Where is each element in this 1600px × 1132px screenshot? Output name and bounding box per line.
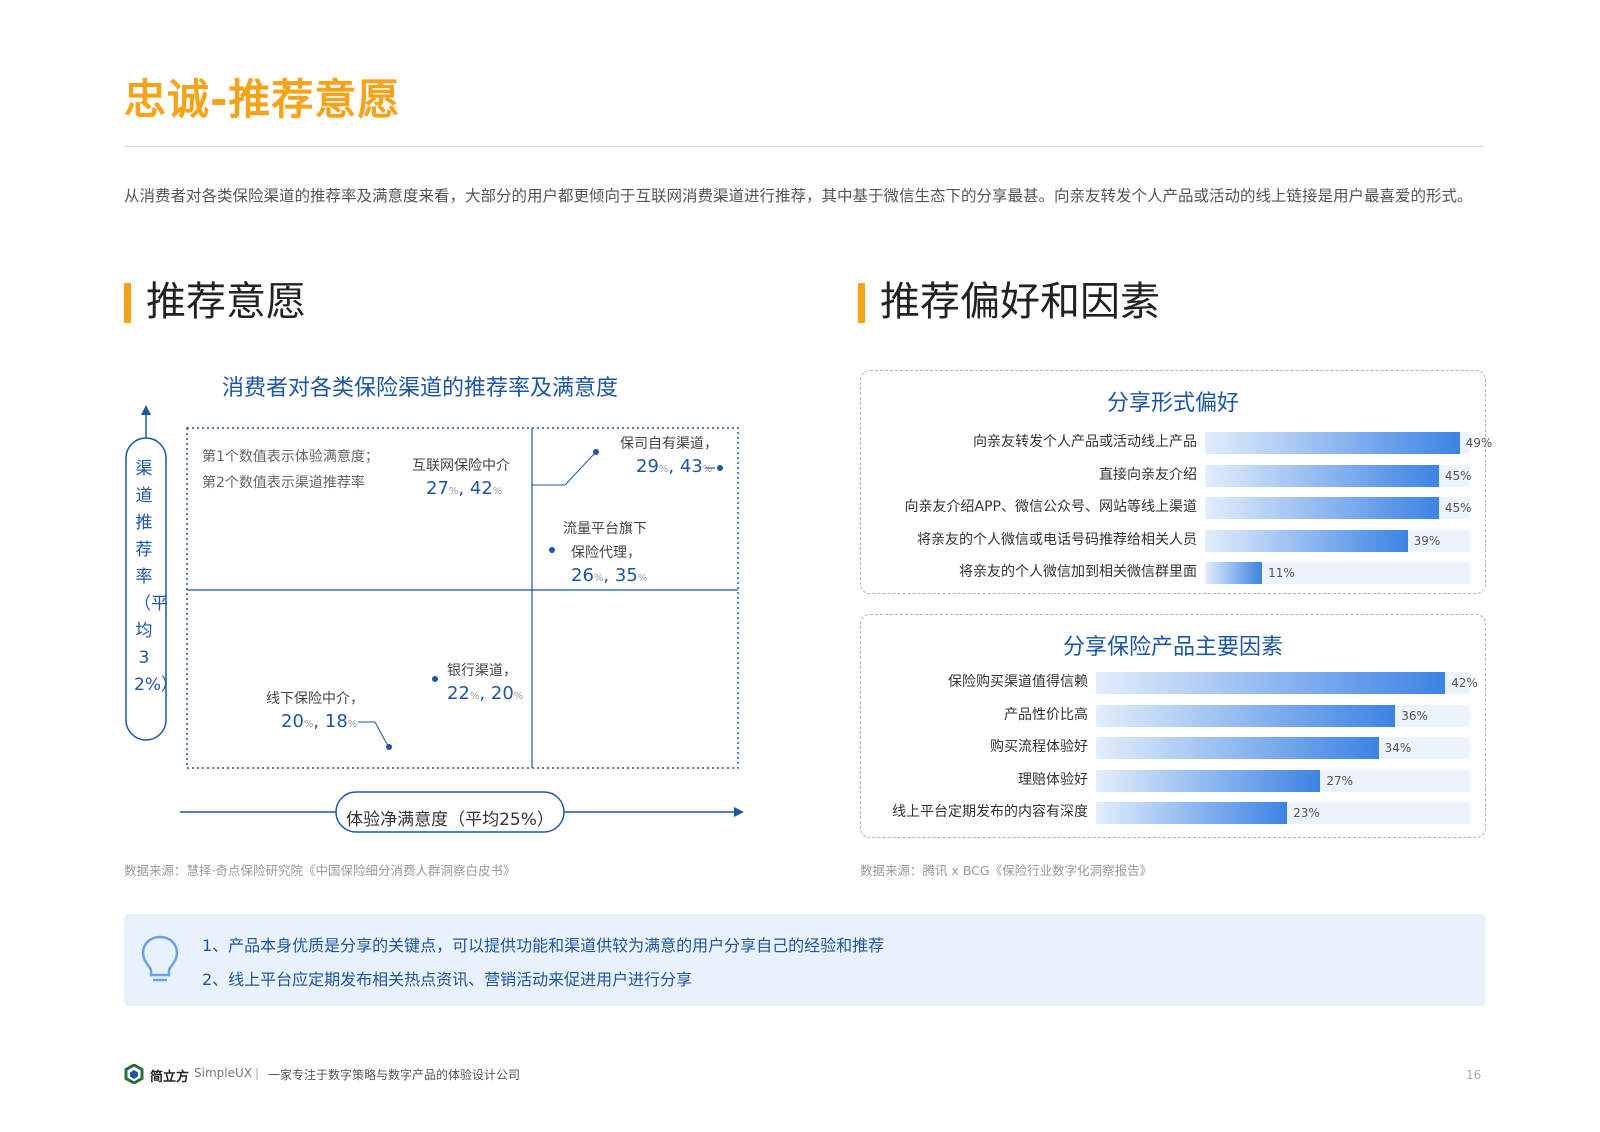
bar-label: 向亲友介绍APP、微信公众号、网站等线上渠道 [904,499,1197,515]
bar-row: 向亲友介绍APP、微信公众号、网站等线上渠道 45% [861,496,1485,519]
bar-value-label: 11% [1268,566,1295,580]
bar-row: 保险购买渠道值得信赖 42% [861,671,1485,694]
note-line-2: 第2个数值表示渠道推荐率 [202,475,365,491]
y-axis-label: 渠道推荐率（平均32%） [134,459,178,695]
right-data-source: 数据来源：腾讯 x BCG《保险行业数字化洞察报告》 [860,863,1153,878]
leader-line [532,452,596,486]
x-axis-arrow [734,807,744,817]
right-section-heading: 推荐偏好和因素 [880,279,1160,325]
bar-track: 36% [1096,704,1470,727]
footer-separator: | [255,1066,260,1080]
bar [1205,432,1460,454]
bar-value-label: 49% [1465,436,1493,450]
bar-track: 45% [1205,497,1472,519]
bar-track: 23% [1096,802,1470,824]
bar-label: 将亲友的个人微信或电话号码推荐给相关人员 [917,531,1197,548]
bar-label: 产品性价比高 [1004,706,1088,723]
left-section-heading: 推荐意愿 [146,279,306,325]
brand-logo-icon [124,1064,144,1084]
bar-track: 34% [1096,737,1470,759]
label-traffic-platform: 流量平台旗下 保险代理， 26%, 35% [563,521,648,586]
bar-value-label: 39% [1413,533,1441,548]
bar-label: 保险购买渠道值得信赖 [948,674,1088,690]
point-offline-agent [386,744,392,750]
brand-name-en: SimpleUX [194,1066,252,1080]
bar-row: 购买流程体验好 34% [861,736,1485,759]
bar-row: 产品性价比高 36% [861,704,1485,727]
insight-line-2: 2、线上平台应定期发布相关热点资讯、营销活动来促进用户进行分享 [202,970,693,989]
bar-value-label: 42% [1451,676,1478,690]
bar-row: 将亲友的个人微信或电话号码推荐给相关人员 39% [861,529,1485,552]
bar-track: 42% [1096,672,1478,694]
bar-row: 线上平台定期发布的内容有深度 23% [861,801,1485,824]
bar [1205,562,1263,584]
point-traffic-platform [549,547,555,553]
insight-box: 1、产品本身优质是分享的关键点，可以提供功能和渠道供较为满意的用户分享自己的经验… [124,914,1486,1006]
value-internet-agent: 27%, 42% [426,478,503,499]
intro-paragraph: 从消费者对各类保险渠道的推荐率及满意度来看，大部分的用户都更倾向于互联网消费渠道… [124,187,1473,205]
bar-track: 27% [1096,769,1470,792]
bar-value-label: 27% [1326,773,1354,788]
bar-row: 将亲友的个人微信加到相关微信群里面 11% [861,561,1485,584]
brand-name: 简立方 [150,1070,190,1085]
bar [1205,464,1439,487]
bar-label: 向亲友转发个人产品或活动线上产品 [973,434,1197,450]
bar [1096,802,1288,824]
bar [1096,672,1446,694]
label-internet-agent: 互联网保险中介 27%, 42% [412,458,510,499]
value-traffic-platform: 26%, 35% [571,565,648,586]
section-accent-bar [858,283,865,323]
share-factor-panel: 分享保险产品主要因素 保险购买渠道值得信赖 42% 产品性价比高 36% 购买流程体验好… [860,614,1486,838]
x-axis-label: 体验净满意度（平均25%） [346,810,554,830]
bar-label: 将亲友的个人微信加到相关微信群里面 [959,564,1197,580]
bar-value-label: 45% [1444,468,1472,483]
bar-value-label: 36% [1401,708,1428,723]
insight-line-1: 1、产品本身优质是分享的关键点，可以提供功能和渠道供较为满意的用户分享自己的经验… [202,936,885,955]
point-bank [432,676,438,682]
bar [1096,704,1396,727]
bar-row: 理赔体验好 27% [861,769,1485,792]
bar-track: 49% [1205,432,1492,454]
note-line-1: 第1个数值表示体验满意度； [202,449,379,465]
bar-label: 理赔体验好 [1018,771,1088,788]
quadrant-chart-title: 消费者对各类保险渠道的推荐率及满意度 [222,376,619,401]
bar-track: 39% [1205,529,1470,552]
bar-value-label: 45% [1444,501,1472,515]
lightbulb-icon [141,935,179,982]
bar-value-label: 23% [1293,806,1320,820]
bar-label: 购买流程体验好 [990,739,1088,755]
label-insurer-own: 保司自有渠道， 29%, 43% [620,436,718,477]
bar-label: 线上平台定期发布的内容有深度 [892,804,1088,820]
bar-value-label: 34% [1384,741,1412,755]
quadrant-note: 第1个数值表示体验满意度； 第2个数值表示渠道推荐率 [202,444,379,496]
bar-row: 直接向亲友介绍 45% [861,464,1485,487]
bar [1205,529,1408,552]
label-offline-agent: 线下保险中介， 20%, 18% [266,691,364,732]
bar [1096,769,1321,792]
page-number: 16 [1466,1068,1482,1082]
bar-label: 直接向亲友介绍 [1099,466,1197,483]
bar-track: 11% [1205,562,1470,584]
title-divider [124,146,1484,147]
bar [1205,497,1439,519]
page-title: 忠诚-推荐意愿 [124,75,401,124]
share-format-title: 分享形式偏好 [1106,391,1239,416]
bar-row: 向亲友转发个人产品或活动线上产品 49% [861,431,1492,454]
left-data-source: 数据来源：慧择·奇点保险研究院《中国保险细分消费人群洞察白皮书》 [124,863,516,878]
footer-slogan: 一家专注于数字策略与数字产品的体验设计公司 [268,1068,521,1082]
share-factor-title: 分享保险产品主要因素 [1062,635,1283,660]
point-insurer-own [593,449,599,455]
y-axis-arrow [141,405,151,415]
label-bank: 银行渠道， 22%, 20% [447,663,524,704]
value-insurer-own: 29%, 43% [636,456,713,477]
share-format-panel: 分享形式偏好 向亲友转发个人产品或活动线上产品 49% 直接向亲友介绍 45% 向亲友介… [860,370,1492,594]
value-bank: 22%, 20% [447,683,524,704]
bar [1096,737,1379,759]
section-accent-bar [124,283,131,323]
value-offline-agent: 20%, 18% [281,711,358,732]
bar-track: 45% [1205,464,1472,487]
